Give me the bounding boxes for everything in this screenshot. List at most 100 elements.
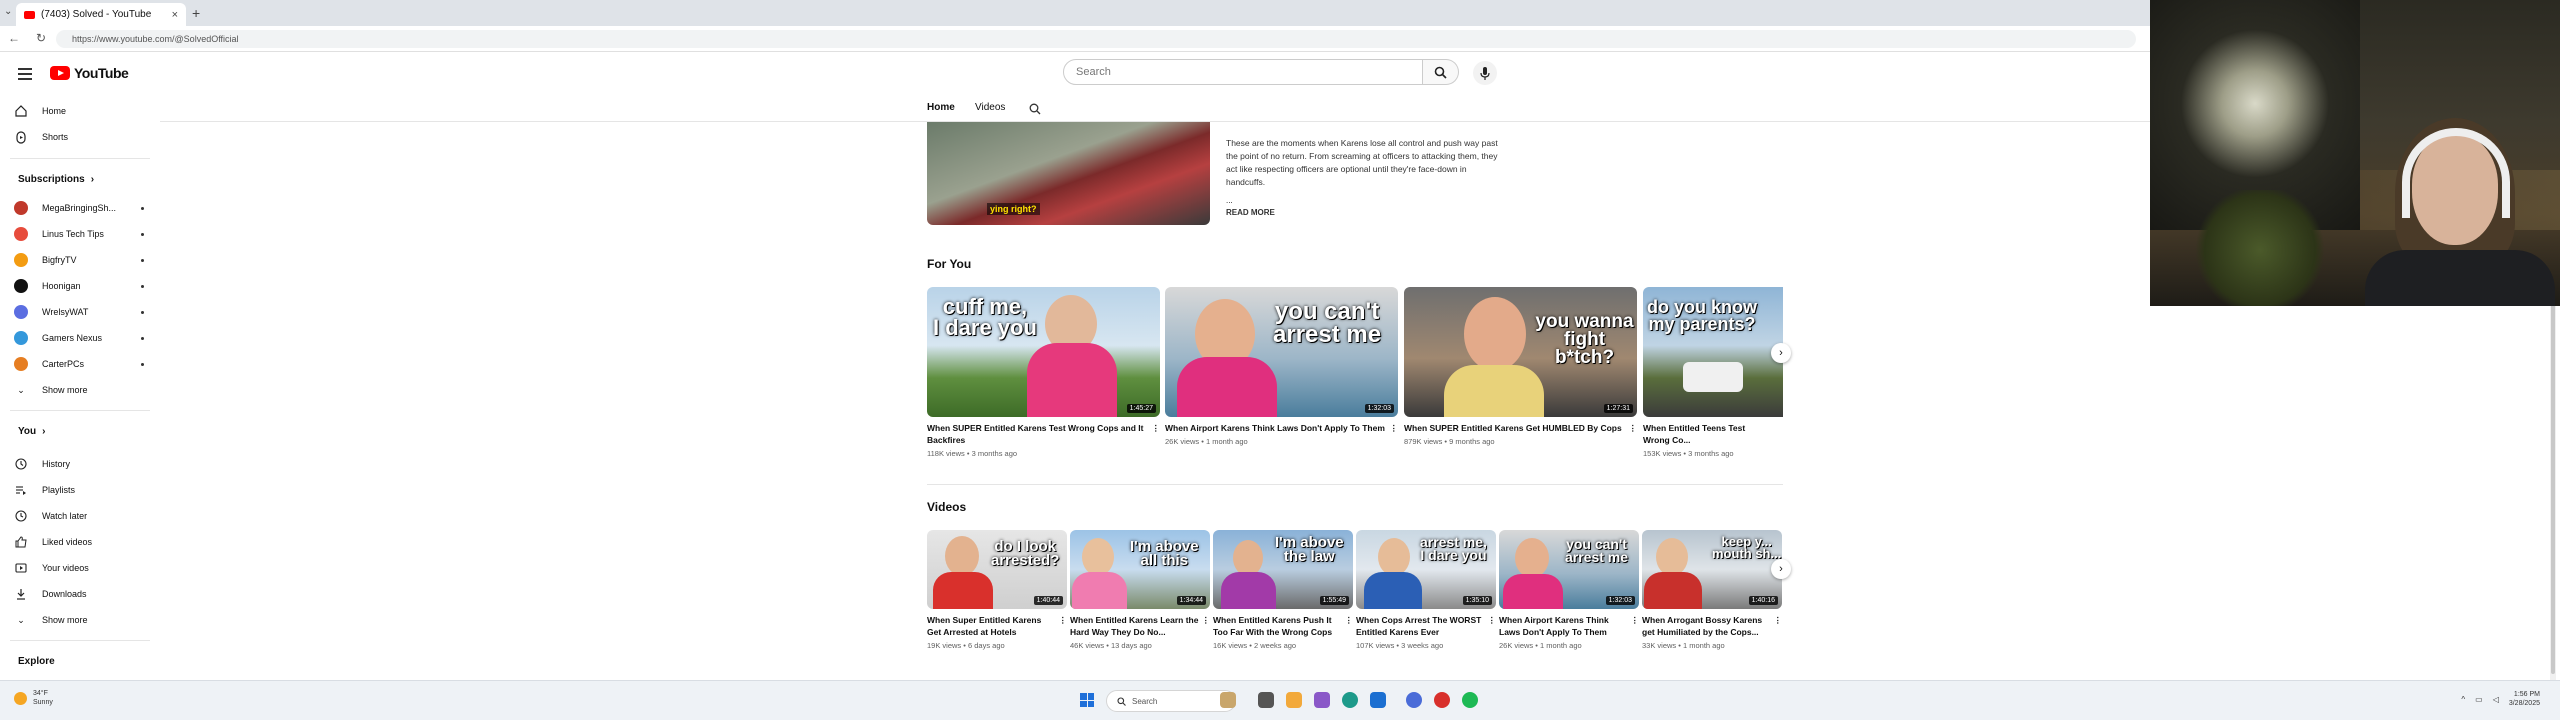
sidebar-sub-item[interactable]: WrelsyWAT bbox=[14, 302, 144, 322]
video-title[interactable]: When Entitled Karens Push It Too Far Wit… bbox=[1213, 614, 1353, 638]
more-options-icon[interactable]: ⋮ bbox=[1629, 422, 1638, 434]
new-tab-icon[interactable]: + bbox=[192, 5, 200, 21]
video-card[interactable]: keep y... mouth sh... 1:40:16 When Arrog… bbox=[1642, 530, 1782, 650]
widget-icon[interactable] bbox=[1220, 692, 1236, 708]
sidebar-sub-item[interactable]: Linus Tech Tips bbox=[14, 224, 144, 244]
tab-home[interactable]: Home bbox=[927, 102, 955, 113]
sidebar-item-watch-later[interactable]: Watch later bbox=[14, 506, 144, 526]
read-more-link[interactable]: READ MORE bbox=[1226, 208, 1275, 217]
video-title[interactable]: When Cops Arrest The WORST Entitled Kare… bbox=[1356, 614, 1496, 638]
more-options-icon[interactable]: ⋮ bbox=[1059, 614, 1068, 626]
chevron-up-icon[interactable]: ^ bbox=[2461, 695, 2465, 704]
video-thumbnail[interactable]: I'm above the law 1:55:49 bbox=[1213, 530, 1353, 609]
app-icon[interactable] bbox=[1286, 692, 1302, 708]
clock[interactable]: 1:56 PM 3/28/2025 bbox=[2509, 690, 2540, 708]
video-thumbnail[interactable]: I'm above all this 1:34:44 bbox=[1070, 530, 1210, 609]
tab-videos[interactable]: Videos bbox=[975, 102, 1005, 113]
weather-widget[interactable]: 34°F Sunny bbox=[14, 689, 53, 707]
sidebar-sub-item[interactable]: CarterPCs bbox=[14, 354, 144, 374]
you-heading[interactable]: You › bbox=[18, 426, 46, 437]
sidebar-item-playlists[interactable]: Playlists bbox=[14, 480, 144, 500]
search-button[interactable] bbox=[1423, 59, 1459, 85]
sidebar-item-downloads[interactable]: Downloads bbox=[14, 584, 144, 604]
video-title-text: When SUPER Entitled Karens Test Wrong Co… bbox=[927, 423, 1144, 445]
search-icon bbox=[1117, 696, 1126, 706]
channel-search-icon[interactable] bbox=[1029, 103, 1041, 115]
video-card[interactable]: I'm above the law 1:55:49 When Entitled … bbox=[1213, 530, 1353, 650]
channel-avatar bbox=[14, 331, 28, 345]
sidebar-sub-item[interactable]: Hoonigan bbox=[14, 276, 144, 296]
store-icon[interactable] bbox=[1370, 692, 1386, 708]
more-options-icon[interactable]: ⋮ bbox=[1202, 614, 1211, 626]
logo-text: YouTube bbox=[74, 65, 129, 81]
discord-icon[interactable] bbox=[1406, 692, 1422, 708]
windows-start-icon[interactable] bbox=[1080, 693, 1094, 707]
more-options-icon[interactable]: ⋮ bbox=[1390, 422, 1399, 434]
voice-search-button[interactable] bbox=[1473, 61, 1497, 85]
sidebar-item-your-videos[interactable]: Your videos bbox=[14, 558, 144, 578]
video-card[interactable]: you can't arrest me 1:32:03 When Airport… bbox=[1165, 287, 1398, 446]
video-thumbnail[interactable]: do you know my parents? bbox=[1643, 287, 1783, 417]
sidebar-item-history[interactable]: History bbox=[14, 454, 144, 474]
sidebar-show-more[interactable]: ⌄ Show more bbox=[14, 380, 144, 400]
video-card[interactable]: arrest me, I dare you 1:35:10 When Cops … bbox=[1356, 530, 1496, 650]
scrollbar-thumb[interactable] bbox=[2551, 304, 2555, 674]
video-thumbnail[interactable]: keep y... mouth sh... 1:40:16 bbox=[1642, 530, 1782, 609]
video-thumbnail[interactable]: you can't arrest me 1:32:03 bbox=[1165, 287, 1398, 417]
more-options-icon[interactable]: ⋮ bbox=[1631, 614, 1640, 626]
edge-browser-icon[interactable] bbox=[1342, 692, 1358, 708]
more-options-icon[interactable]: ⋮ bbox=[1152, 422, 1161, 434]
next-arrow-button[interactable]: › bbox=[1771, 343, 1791, 363]
video-card[interactable]: do I look arrested? 1:40:44 When Super E… bbox=[927, 530, 1067, 650]
browser-tab[interactable]: (7403) Solved - YouTube × bbox=[16, 3, 186, 26]
search-input[interactable]: Search bbox=[1063, 59, 1423, 85]
sidebar-sub-item[interactable]: MegaBringingSh... bbox=[14, 198, 144, 218]
taskbar-search[interactable]: Search bbox=[1106, 690, 1236, 712]
video-title[interactable]: When Entitled Teens Test Wrong Co... bbox=[1643, 422, 1783, 446]
video-title[interactable]: When Arrogant Bossy Karens get Humiliate… bbox=[1642, 614, 1782, 638]
video-title[interactable]: When Entitled Karens Learn the Hard Way … bbox=[1070, 614, 1210, 638]
video-title[interactable]: When Airport Karens Think Laws Don't App… bbox=[1165, 422, 1398, 434]
video-thumbnail[interactable]: you can't arrest me 1:32:03 bbox=[1499, 530, 1639, 609]
network-icon[interactable]: ▭ bbox=[2475, 695, 2483, 704]
app-icon[interactable] bbox=[1434, 692, 1450, 708]
back-icon[interactable]: ← bbox=[8, 31, 20, 45]
close-tab-icon[interactable]: × bbox=[172, 9, 178, 21]
sidebar-sub-item[interactable]: Gamers Nexus bbox=[14, 328, 144, 348]
reload-icon[interactable]: ↻ bbox=[36, 31, 46, 45]
video-card[interactable]: cuff me, I dare you 1:45:27 When SUPER E… bbox=[927, 287, 1160, 458]
video-title[interactable]: When SUPER Entitled Karens Get HUMBLED B… bbox=[1404, 422, 1637, 434]
task-view-icon[interactable] bbox=[1258, 692, 1274, 708]
video-card[interactable]: do you know my parents? When Entitled Te… bbox=[1643, 287, 1783, 458]
video-thumbnail[interactable]: arrest me, I dare you 1:35:10 bbox=[1356, 530, 1496, 609]
video-thumbnail[interactable]: cuff me, I dare you 1:45:27 bbox=[927, 287, 1160, 417]
thumbnail-overlay-text: you can't arrest me bbox=[1565, 536, 1629, 566]
sidebar-item-liked-videos[interactable]: Liked videos bbox=[14, 532, 144, 552]
video-card[interactable]: you can't arrest me 1:32:03 When Airport… bbox=[1499, 530, 1639, 650]
video-card[interactable]: I'm above all this 1:34:44 When Entitled… bbox=[1070, 530, 1210, 650]
sidebar-you-show-more[interactable]: ⌄ Show more bbox=[14, 610, 144, 630]
more-options-icon[interactable]: ⋮ bbox=[1488, 614, 1497, 626]
sidebar-sub-item[interactable]: BigfryTV bbox=[14, 250, 144, 270]
thumbnail-police-car bbox=[1683, 362, 1743, 392]
url-field[interactable]: https://www.youtube.com/@SolvedOfficial bbox=[56, 30, 2136, 48]
video-thumbnail[interactable]: you wanna fight b*tch? 1:27:31 bbox=[1404, 287, 1637, 417]
next-arrow-button[interactable]: › bbox=[1771, 559, 1791, 579]
video-title[interactable]: When Super Entitled Karens Get Arrested … bbox=[927, 614, 1067, 638]
video-thumbnail[interactable]: do I look arrested? 1:40:44 bbox=[927, 530, 1067, 609]
featured-video-thumbnail[interactable]: ying right? bbox=[927, 122, 1210, 225]
video-title[interactable]: When SUPER Entitled Karens Test Wrong Co… bbox=[927, 422, 1160, 446]
sidebar-item-home[interactable]: Home bbox=[14, 101, 144, 121]
tab-list-chevron-icon[interactable]: ⌄ bbox=[4, 6, 12, 17]
volume-icon[interactable]: ◁ bbox=[2493, 695, 2499, 704]
video-title[interactable]: When Airport Karens Think Laws Don't App… bbox=[1499, 614, 1639, 638]
menu-icon[interactable] bbox=[18, 68, 32, 80]
video-card[interactable]: you wanna fight b*tch? 1:27:31 When SUPE… bbox=[1404, 287, 1637, 446]
more-options-icon[interactable]: ⋮ bbox=[1774, 614, 1783, 626]
app-icon[interactable] bbox=[1314, 692, 1330, 708]
youtube-logo[interactable]: YouTube bbox=[50, 65, 129, 81]
subscriptions-heading[interactable]: Subscriptions › bbox=[18, 174, 94, 185]
more-options-icon[interactable]: ⋮ bbox=[1345, 614, 1354, 626]
sidebar-item-shorts[interactable]: Shorts bbox=[14, 127, 144, 147]
spotify-icon[interactable] bbox=[1462, 692, 1478, 708]
